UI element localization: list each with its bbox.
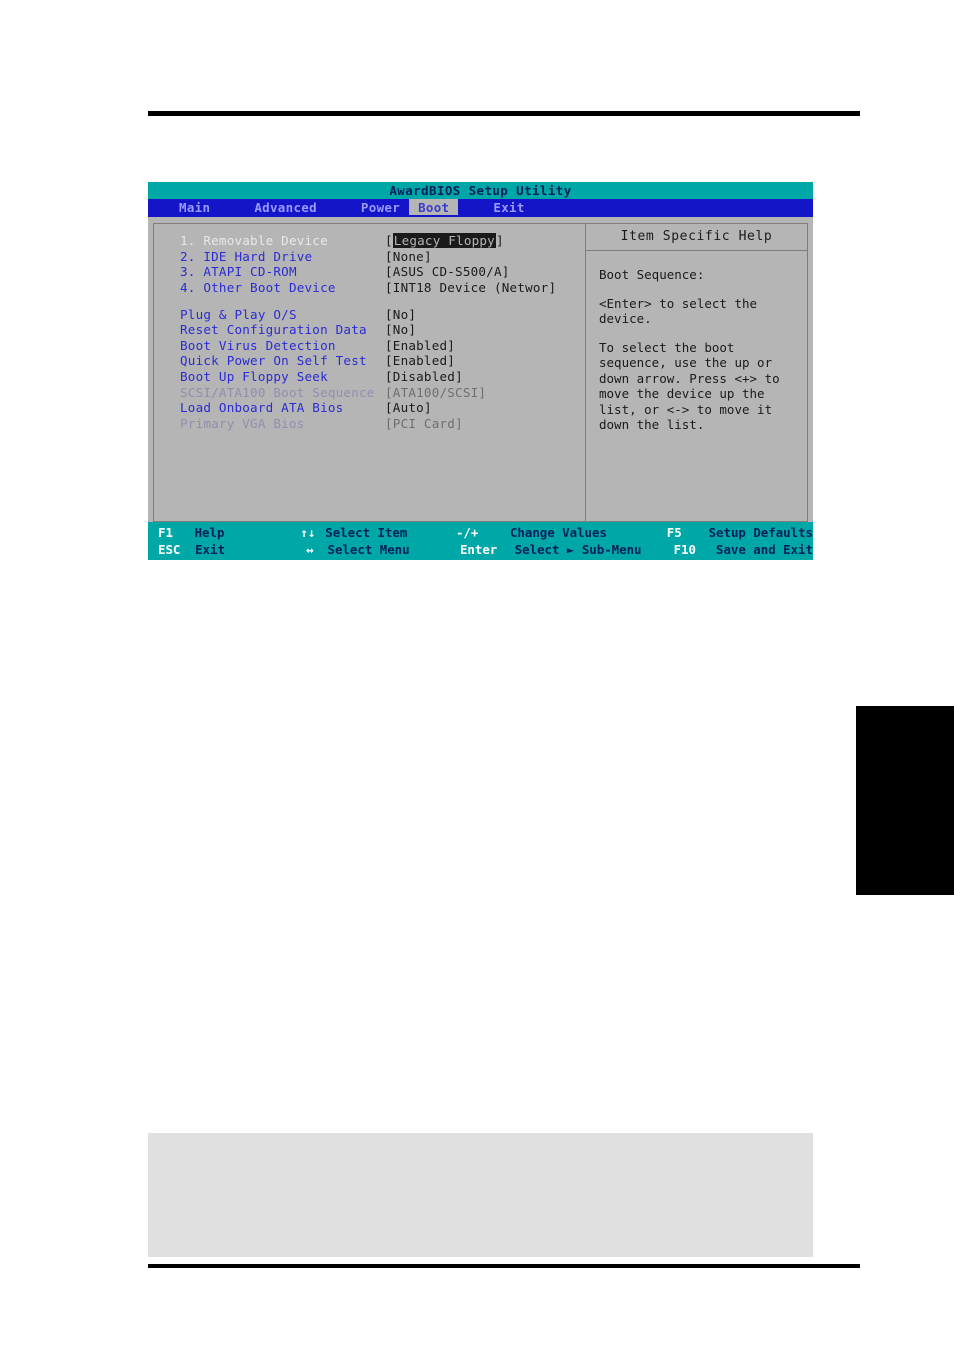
legend-key-esc[interactable]: ESC (148, 541, 195, 558)
help-panel-body: Boot Sequence: <Enter> to select the dev… (586, 251, 807, 433)
setting-label: 4. Other Boot Device (180, 280, 336, 296)
setting-row-quick-power-on-self-test[interactable]: Quick Power On Self Test [Enabled] (154, 353, 585, 369)
legend-row-2: ESC Exit ↔ Select Menu Enter Select ► Su… (148, 541, 813, 558)
setting-row-removable-device[interactable]: 1. Removable Device [Legacy Floppy] (154, 233, 585, 249)
item-specific-help-panel: Item Specific Help Boot Sequence: <Enter… (585, 223, 808, 522)
setting-value[interactable]: [No] (385, 322, 416, 337)
setting-label: Primary VGA Bios (180, 415, 305, 431)
boot-options-group: Plug & Play O/S [No] Reset Configuration… (154, 306, 585, 431)
setting-label: 3. ATAPI CD-ROM (180, 264, 297, 280)
help-panel-title: Item Specific Help (586, 224, 807, 251)
setting-value: [ATA100/SCSI] (385, 384, 487, 400)
legend-key-f10[interactable]: F10 (674, 541, 716, 558)
boot-sequence-group: 1. Removable Device [Legacy Floppy] 2. I… (154, 233, 585, 295)
legend-desc-select-sub-menu: Select ► Sub-Menu (514, 542, 642, 557)
setting-value[interactable]: [Enabled] (385, 338, 455, 353)
setting-value[interactable]: [ASUS CD-S500/A] (385, 264, 510, 279)
help-paragraph: Boot Sequence: (599, 267, 705, 282)
setting-value-text: No (392, 322, 409, 338)
setting-value-text: None (392, 248, 424, 264)
setting-row-atapi-cd-rom[interactable]: 3. ATAPI CD-ROM [ASUS CD-S500/A] (154, 264, 585, 280)
setting-label: Quick Power On Self Test (180, 353, 367, 369)
setting-value[interactable]: [No] (385, 307, 416, 322)
setting-value: [PCI Card] (385, 415, 463, 431)
page-bottom-rule (148, 1264, 860, 1268)
setting-value-text: ATA100/SCSI (392, 384, 479, 400)
setting-label: Load Onboard ATA Bios (180, 400, 344, 416)
page-edge-tab-marker (856, 706, 954, 895)
setting-label: Plug & Play O/S (180, 306, 297, 322)
note-box (148, 1133, 813, 1257)
setting-row-boot-virus-detection[interactable]: Boot Virus Detection [Enabled] (154, 338, 585, 354)
legend-desc-change-values: Change Values (509, 525, 607, 540)
setting-label: SCSI/ATA100 Boot Sequence (180, 384, 375, 400)
setting-value-highlighted: Legacy Floppy (392, 233, 496, 249)
setting-row-reset-configuration-data[interactable]: Reset Configuration Data [No] (154, 322, 585, 338)
setting-row-plug-and-play-os[interactable]: Plug & Play O/S [No] (154, 306, 585, 322)
setting-value[interactable]: [Disabled] (385, 369, 463, 384)
setting-value[interactable]: [None] (385, 249, 432, 264)
legend-key-minus-plus[interactable]: -/+ (456, 524, 510, 541)
bios-title: AwardBIOS Setup Utility (148, 182, 813, 199)
settings-panel: 1. Removable Device [Legacy Floppy] 2. I… (153, 223, 585, 522)
setting-label: Reset Configuration Data (180, 322, 367, 338)
left-right-arrow-icon: ↔ (306, 542, 314, 557)
setting-value-text: Auto (392, 400, 424, 416)
up-down-arrow-icon: ↑↓ (300, 525, 316, 540)
help-paragraph: <Enter> to select the device. (599, 295, 758, 327)
help-paragraph: To select the boot sequence, use the up … (599, 339, 780, 433)
setting-label: 2. IDE Hard Drive (180, 248, 313, 264)
setting-value[interactable]: [Enabled] (385, 353, 455, 368)
legend-key-f5[interactable]: F5 (667, 524, 709, 541)
setting-label: 1. Removable Device (180, 233, 328, 249)
setting-value[interactable]: [Auto] (385, 400, 432, 415)
setting-value[interactable]: [Legacy Floppy] (385, 233, 504, 249)
legend-desc-exit: Exit (195, 542, 225, 557)
bios-setup-window: AwardBIOS Setup Utility Main Advanced Po… (148, 182, 813, 560)
bios-menu-bar: Main Advanced Power Boot Exit (148, 199, 813, 217)
setting-value[interactable]: [INT18 Device (Networ] (385, 280, 556, 295)
setting-value-text: No (392, 306, 409, 322)
setting-value-text: INT18 Device (Networ (392, 280, 549, 296)
setting-value-text: PCI Card (392, 415, 456, 431)
legend-row-1: F1 Help ↑↓ Select Item -/+ Change Values… (148, 524, 813, 541)
page-top-rule (148, 111, 860, 116)
setting-label: Boot Up Floppy Seek (180, 369, 328, 385)
legend-key-f1[interactable]: F1 (148, 524, 195, 541)
setting-row-load-onboard-ata-bios[interactable]: Load Onboard ATA Bios [Auto] (154, 400, 585, 416)
bios-body: 1. Removable Device [Legacy Floppy] 2. I… (148, 217, 813, 522)
setting-label: Boot Virus Detection (180, 337, 336, 353)
bios-legend-footer: F1 Help ↑↓ Select Item -/+ Change Values… (148, 522, 813, 560)
setting-row-scsi-ata100-boot-sequence: SCSI/ATA100 Boot Sequence [ATA100/SCSI] (154, 384, 585, 400)
setting-value-text: Enabled (392, 353, 448, 369)
legend-key-enter[interactable]: Enter (460, 541, 515, 558)
legend-desc-select-menu: Select Menu (327, 542, 410, 557)
setting-row-boot-up-floppy-seek[interactable]: Boot Up Floppy Seek [Disabled] (154, 369, 585, 385)
legend-desc-help: Help (194, 525, 225, 540)
setting-value-text: ASUS CD-S500/A (392, 264, 502, 280)
legend-desc-save-and-exit: Save and Exit (715, 542, 813, 557)
setting-row-ide-hard-drive[interactable]: 2. IDE Hard Drive [None] (154, 249, 585, 265)
setting-row-other-boot-device[interactable]: 4. Other Boot Device [INT18 Device (Netw… (154, 280, 585, 296)
legend-desc-setup-defaults: Setup Defaults (708, 525, 814, 540)
setting-value-text: Disabled (392, 369, 456, 385)
setting-row-primary-vga-bios: Primary VGA Bios [PCI Card] (154, 416, 585, 432)
setting-value-text: Enabled (392, 337, 448, 353)
legend-desc-select-item: Select Item (325, 525, 408, 540)
